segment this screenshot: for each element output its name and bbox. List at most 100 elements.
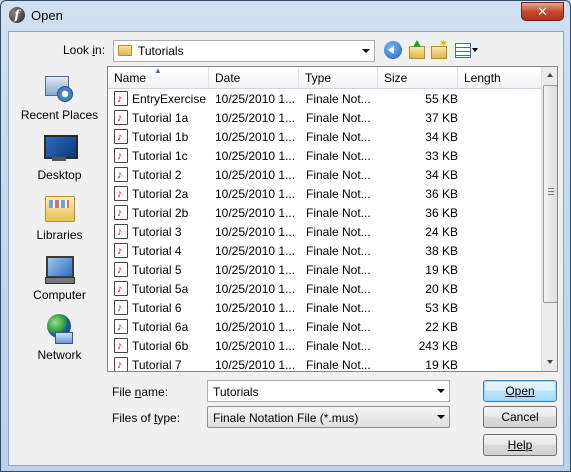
file-date-cell: 10/25/2010 1... — [215, 130, 296, 144]
file-name-cell: Tutorial 2 — [114, 166, 214, 185]
file-date-cell: 10/25/2010 1... — [215, 225, 296, 239]
file-type-cell: Finale Not... — [306, 282, 371, 296]
back-icon[interactable] — [384, 41, 402, 59]
table-row[interactable]: Tutorial 3 10/25/2010 1... Finale Not... 24… — [108, 223, 541, 242]
column-header-length[interactable]: Length — [458, 67, 541, 88]
file-type-cell: Finale Not... — [306, 244, 371, 258]
file-name-cell: Tutorial 7 — [114, 356, 214, 372]
network-icon — [43, 312, 75, 344]
table-row[interactable]: Tutorial 1a 10/25/2010 1... Finale Not... 3… — [108, 109, 541, 128]
file-size-cell: 243 KB — [418, 339, 458, 353]
file-name-text: Tutorial 6b — [132, 339, 189, 354]
file-type-cell: Finale Not... — [306, 92, 371, 106]
view-menu-icon[interactable] — [454, 41, 480, 59]
place-network[interactable]: Network — [17, 312, 102, 370]
scroll-down-icon[interactable] — [542, 354, 557, 371]
place-label: Recent Places — [20, 108, 99, 122]
file-size-cell: 36 KB — [425, 187, 458, 201]
window-title: Open — [31, 8, 63, 23]
file-name-text: Tutorial 7 — [132, 358, 182, 372]
file-date-cell: 10/25/2010 1... — [215, 111, 296, 125]
file-name-cell: Tutorial 5 — [114, 261, 214, 280]
finale-file-icon — [114, 318, 128, 337]
table-row[interactable]: Tutorial 2b 10/25/2010 1... Finale Not... 3… — [108, 204, 541, 223]
file-size-cell: 34 KB — [425, 168, 458, 182]
file-type-cell: Finale Not... — [306, 225, 371, 239]
desktop-icon — [43, 132, 78, 164]
column-header-name[interactable]: ▲ Name — [108, 67, 209, 88]
finale-file-icon — [114, 356, 128, 371]
table-row[interactable]: Tutorial 2a 10/25/2010 1... Finale Not... 3… — [108, 185, 541, 204]
help-button[interactable]: Help — [483, 434, 557, 456]
file-size-cell: 37 KB — [425, 111, 458, 125]
new-folder-icon[interactable] — [430, 37, 448, 59]
scroll-up-icon[interactable] — [542, 67, 557, 84]
finale-file-icon — [114, 261, 128, 280]
open-dialog-window: f Open ✕ Look in: Tutorials Recent Place… — [0, 0, 571, 472]
table-row[interactable]: Tutorial 6a 10/25/2010 1... Finale Not... 2… — [108, 318, 541, 337]
table-row[interactable]: EntryExercise 10/25/2010 1... Finale Not..… — [108, 90, 541, 109]
column-header-size[interactable]: Size — [378, 67, 458, 88]
vertical-scrollbar[interactable] — [541, 67, 557, 371]
table-row[interactable]: Tutorial 5 10/25/2010 1... Finale Not... 19… — [108, 261, 541, 280]
cancel-button[interactable]: Cancel — [483, 406, 557, 428]
file-size-cell: 38 KB — [425, 244, 458, 258]
libraries-icon — [43, 192, 75, 224]
column-header-type[interactable]: Type — [299, 67, 378, 88]
file-name-text: Tutorial 1c — [132, 149, 188, 164]
file-name-cell: Tutorial 6a — [114, 318, 214, 337]
column-header-date[interactable]: Date — [209, 67, 299, 88]
place-desktop[interactable]: Desktop — [17, 132, 102, 190]
close-button[interactable]: ✕ — [521, 2, 564, 21]
finale-file-icon — [114, 166, 128, 185]
table-row[interactable]: Tutorial 1c 10/25/2010 1... Finale Not... 3… — [108, 147, 541, 166]
file-name-cell: Tutorial 1c — [114, 147, 214, 166]
file-name-cell: Tutorial 2a — [114, 185, 214, 204]
chevron-down-icon — [362, 49, 370, 53]
file-type-cell: Finale Not... — [306, 187, 371, 201]
table-row[interactable]: Tutorial 6b 10/25/2010 1... Finale Not... 2… — [108, 337, 541, 356]
file-date-cell: 10/25/2010 1... — [215, 339, 296, 353]
title-bar[interactable]: f Open ✕ — [1, 1, 570, 31]
file-date-cell: 10/25/2010 1... — [215, 282, 296, 296]
place-computer[interactable]: Computer — [17, 252, 102, 310]
file-name-text: EntryExercise — [132, 92, 207, 107]
table-row[interactable]: Tutorial 7 10/25/2010 1... Finale Not... 19… — [108, 356, 541, 372]
finale-file-icon — [114, 128, 128, 147]
finale-file-icon — [114, 147, 128, 166]
table-row[interactable]: Tutorial 1b 10/25/2010 1... Finale Not... 3… — [108, 128, 541, 147]
up-folder-icon[interactable] — [408, 40, 426, 59]
file-name-cell: Tutorial 6b — [114, 337, 214, 356]
open-button[interactable]: Open — [483, 380, 557, 402]
table-row[interactable]: Tutorial 5a 10/25/2010 1... Finale Not... 2… — [108, 280, 541, 299]
file-name-text: Tutorial 4 — [132, 244, 182, 259]
place-recent-places[interactable]: Recent Places — [17, 72, 102, 130]
scroll-thumb[interactable] — [543, 85, 557, 303]
finale-file-icon — [114, 109, 128, 128]
table-row[interactable]: Tutorial 2 10/25/2010 1... Finale Not... 34… — [108, 166, 541, 185]
table-row[interactable]: Tutorial 4 10/25/2010 1... Finale Not... 38… — [108, 242, 541, 261]
column-header-row: ▲ Name Date Type Size Length — [108, 67, 541, 89]
file-name-label: File name: — [112, 385, 169, 399]
files-of-type-select[interactable]: Finale Notation File (*.mus) — [207, 406, 450, 428]
finale-app-icon: f — [9, 7, 25, 23]
file-name-text: Tutorial 2a — [132, 187, 189, 202]
file-size-cell: 53 KB — [425, 301, 458, 315]
chevron-down-icon[interactable] — [437, 389, 445, 393]
file-size-cell: 22 KB — [425, 320, 458, 334]
look-in-combo[interactable]: Tutorials — [113, 40, 375, 62]
file-date-cell: 10/25/2010 1... — [215, 168, 296, 182]
file-list[interactable]: ▲ Name Date Type Size Length EntryExerci… — [107, 66, 558, 372]
file-type-cell: Finale Not... — [306, 168, 371, 182]
file-type-cell: Finale Not... — [306, 206, 371, 220]
file-name-combo[interactable]: Tutorials — [207, 380, 450, 402]
file-size-cell: 33 KB — [425, 149, 458, 163]
finale-file-icon — [114, 337, 128, 356]
place-libraries[interactable]: Libraries — [17, 192, 102, 250]
place-label: Libraries — [36, 228, 83, 242]
file-size-cell: 20 KB — [425, 282, 458, 296]
file-type-cell: Finale Not... — [306, 130, 371, 144]
file-type-cell: Finale Not... — [306, 111, 371, 125]
look-in-label: Look in: — [63, 43, 106, 57]
table-row[interactable]: Tutorial 6 10/25/2010 1... Finale Not... 53… — [108, 299, 541, 318]
